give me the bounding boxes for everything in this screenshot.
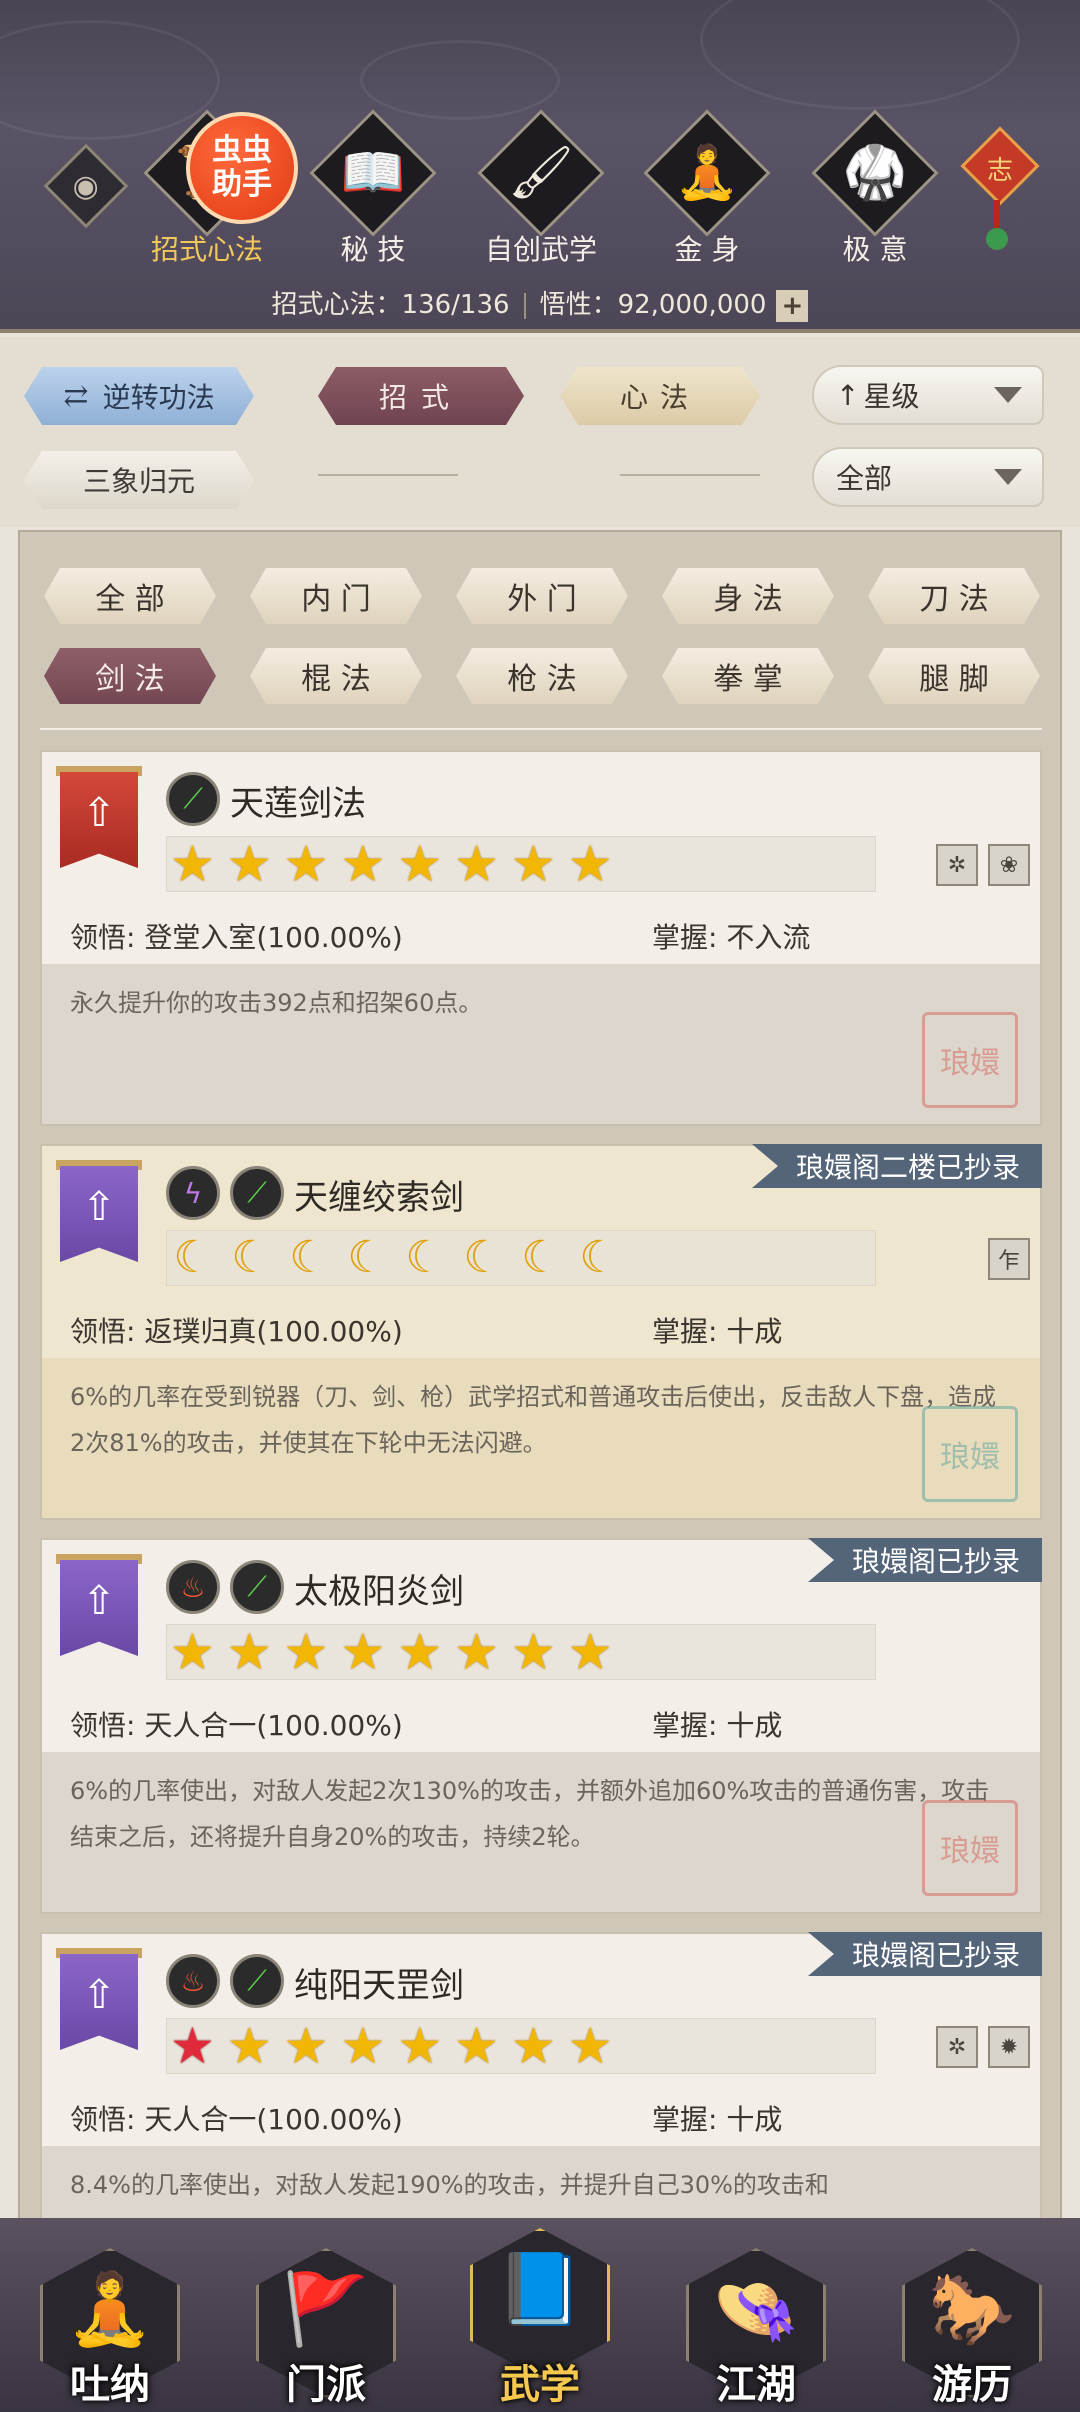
wind-element-icon: ⟋ xyxy=(230,1560,284,1614)
tab-mind[interactable]: 心法 xyxy=(560,367,760,425)
hook-attribute-icon[interactable]: 乍 xyxy=(988,1238,1030,1280)
filter-area: ⇄ 逆转功法 招式 心法 ↑ 星级 三象归元 全部 xyxy=(0,337,1080,527)
nav-travel[interactable]: 🐎 游历 xyxy=(892,2248,1052,2408)
sanxiang-button[interactable]: 三象归元 xyxy=(24,451,254,509)
chevron-down-icon xyxy=(994,469,1022,485)
skill-card[interactable]: 琅嬛阁二楼已抄录 ⇧ ϟ ⟋ 天缠绞索剑 ☾ ☾ ☾ ☾ ☾ ☾ ☾ ☾ 乍 领悟: 返璞归真… xyxy=(40,1144,1042,1520)
category-fist[interactable]: 拳 掌 xyxy=(662,648,834,704)
langhuan-seal-icon: 琅嬛 xyxy=(922,1406,1018,1502)
eye-toggle-button[interactable]: ◉ xyxy=(43,143,129,229)
recorded-ribbon: 琅嬛阁已抄录 xyxy=(807,1932,1042,1976)
martial-stance-icon: 🥋 xyxy=(842,143,908,203)
counts-bar: 招式心法：136/136 悟性：92,000,000 + xyxy=(0,284,1080,322)
brush-icon: 🖌 xyxy=(507,143,574,203)
book-icon: 📖 xyxy=(340,143,406,203)
straw-hat-icon: 👒 xyxy=(712,2268,800,2350)
manual-book-icon: 📘 xyxy=(496,2248,584,2330)
star-rating: ★ ★ ★ ★ ★ ★ ★ ★ xyxy=(170,835,613,893)
rank-banner-icon: ⇧ xyxy=(60,1954,138,2050)
recorded-ribbon: 琅嬛阁已抄录 xyxy=(807,1538,1042,1582)
star-rating: ★ ★ ★ ★ ★ ★ ★ ★ xyxy=(170,2017,613,2075)
moon-rating: ☾ ☾ ☾ ☾ ☾ ☾ ☾ ☾ xyxy=(173,1232,619,1283)
swap-icon: ⇄ xyxy=(63,378,89,414)
langhuan-seal-icon: 琅嬛 xyxy=(922,1012,1018,1108)
category-spear[interactable]: 枪 法 xyxy=(456,648,628,704)
burst-attribute-icon[interactable]: ✹ xyxy=(988,2026,1030,2068)
category-all[interactable]: 全 部 xyxy=(44,568,216,624)
wind-element-icon: ⟋ xyxy=(166,772,220,826)
up-arrow-icon: ↑ xyxy=(836,378,860,412)
horse-icon: 🐎 xyxy=(928,2268,1016,2350)
sect-flag-icon: 🚩 xyxy=(282,2268,370,2350)
nav-jianghu[interactable]: 👒 江湖 xyxy=(676,2248,836,2408)
category-staff[interactable]: 棍 法 xyxy=(250,648,422,704)
tab-ultimate[interactable]: 🥋 极 意 xyxy=(808,109,939,270)
chevron-down-icon xyxy=(994,387,1022,403)
star-rating: ★ ★ ★ ★ ★ ★ ★ ★ xyxy=(170,1623,613,1681)
tab-golden-body[interactable]: 🧘 金 身 xyxy=(640,109,771,270)
category-outer[interactable]: 外 门 xyxy=(456,568,628,624)
skill-card[interactable]: 琅嬛阁已抄录 ⇧ ♨ ⟋ 太极阳炎剑 ★ ★ ★ ★ ★ ★ ★ ★ 领悟: 天人合一(100… xyxy=(40,1538,1042,1914)
wind-element-icon: ⟋ xyxy=(230,1166,284,1220)
nav-sect[interactable]: 🚩 门派 xyxy=(246,2248,406,2408)
category-leg[interactable]: 腿 脚 xyxy=(868,648,1040,704)
rank-banner-icon: ⇧ xyxy=(60,772,138,868)
tab-self-created[interactable]: 🖌 自创武学 xyxy=(474,109,605,270)
nav-martial-arts[interactable]: 📘 武学 xyxy=(460,2228,620,2408)
eye-icon: ◉ xyxy=(72,168,100,204)
category-sword[interactable]: 剑 法 xyxy=(44,648,216,704)
rank-banner-icon: ⇧ xyxy=(60,1560,138,1656)
lightning-element-icon: ϟ xyxy=(166,1166,220,1220)
chongchong-helper-badge[interactable]: 虫虫 助手 xyxy=(186,112,298,224)
category-inner[interactable]: 内 门 xyxy=(250,568,422,624)
top-header: ◉ 📜 招式心法 虫虫 助手 📖 秘 技 🖌 自创武学 🧘 金 身 🥋 极 意 … xyxy=(0,0,1080,333)
add-insight-button[interactable]: + xyxy=(776,289,809,322)
bottom-navigation: 🧘 吐纳 🚩 门派 📘 武学 👒 江湖 🐎 游历 xyxy=(0,2218,1080,2412)
tab-moves[interactable]: 招式 xyxy=(318,367,524,425)
scope-select[interactable]: 全部 xyxy=(812,447,1044,507)
skill-list-panel: 全 部 内 门 外 门 身 法 刀 法 剑 法 棍 法 枪 法 拳 掌 腿 脚 … xyxy=(18,530,1062,2220)
sort-select[interactable]: ↑ 星级 xyxy=(812,365,1044,425)
defense-attribute-icon[interactable]: ✲ xyxy=(936,2026,978,2068)
fire-element-icon: ♨ xyxy=(166,1560,220,1614)
rank-banner-icon: ⇧ xyxy=(60,1166,138,1262)
wind-element-icon: ⟋ xyxy=(230,1954,284,2008)
fire-element-icon: ♨ xyxy=(166,1954,220,2008)
skill-card[interactable]: 琅嬛阁已抄录 ⇧ ♨ ⟋ 纯阳天罡剑 ★ ★ ★ ★ ★ ★ ★ ★ ✲ ✹ 领悟: 天人合一… xyxy=(40,1932,1042,2218)
category-movement[interactable]: 身 法 xyxy=(662,568,834,624)
skill-card[interactable]: ⇧ ⟋ 天莲剑法 ★ ★ ★ ★ ★ ★ ★ ★ ✲ ❀ 领悟: 登堂入室(100.00%) … xyxy=(40,750,1042,1126)
monk-icon: 🧘 xyxy=(66,2268,154,2350)
category-blade[interactable]: 刀 法 xyxy=(868,568,1040,624)
chinese-knot-button[interactable]: 志 xyxy=(960,108,1040,258)
meditation-icon: 🧘 xyxy=(674,143,740,203)
langhuan-seal-icon: 琅嬛 xyxy=(922,1800,1018,1896)
nav-breathing[interactable]: 🧘 吐纳 xyxy=(30,2248,190,2408)
reverse-technique-button[interactable]: ⇄ 逆转功法 xyxy=(24,367,254,425)
lotus-attribute-icon[interactable]: ❀ xyxy=(988,844,1030,886)
tab-secret-skill[interactable]: 📖 秘 技 xyxy=(306,109,437,270)
recorded-ribbon: 琅嬛阁二楼已抄录 xyxy=(751,1144,1042,1188)
defense-attribute-icon[interactable]: ✲ xyxy=(936,844,978,886)
